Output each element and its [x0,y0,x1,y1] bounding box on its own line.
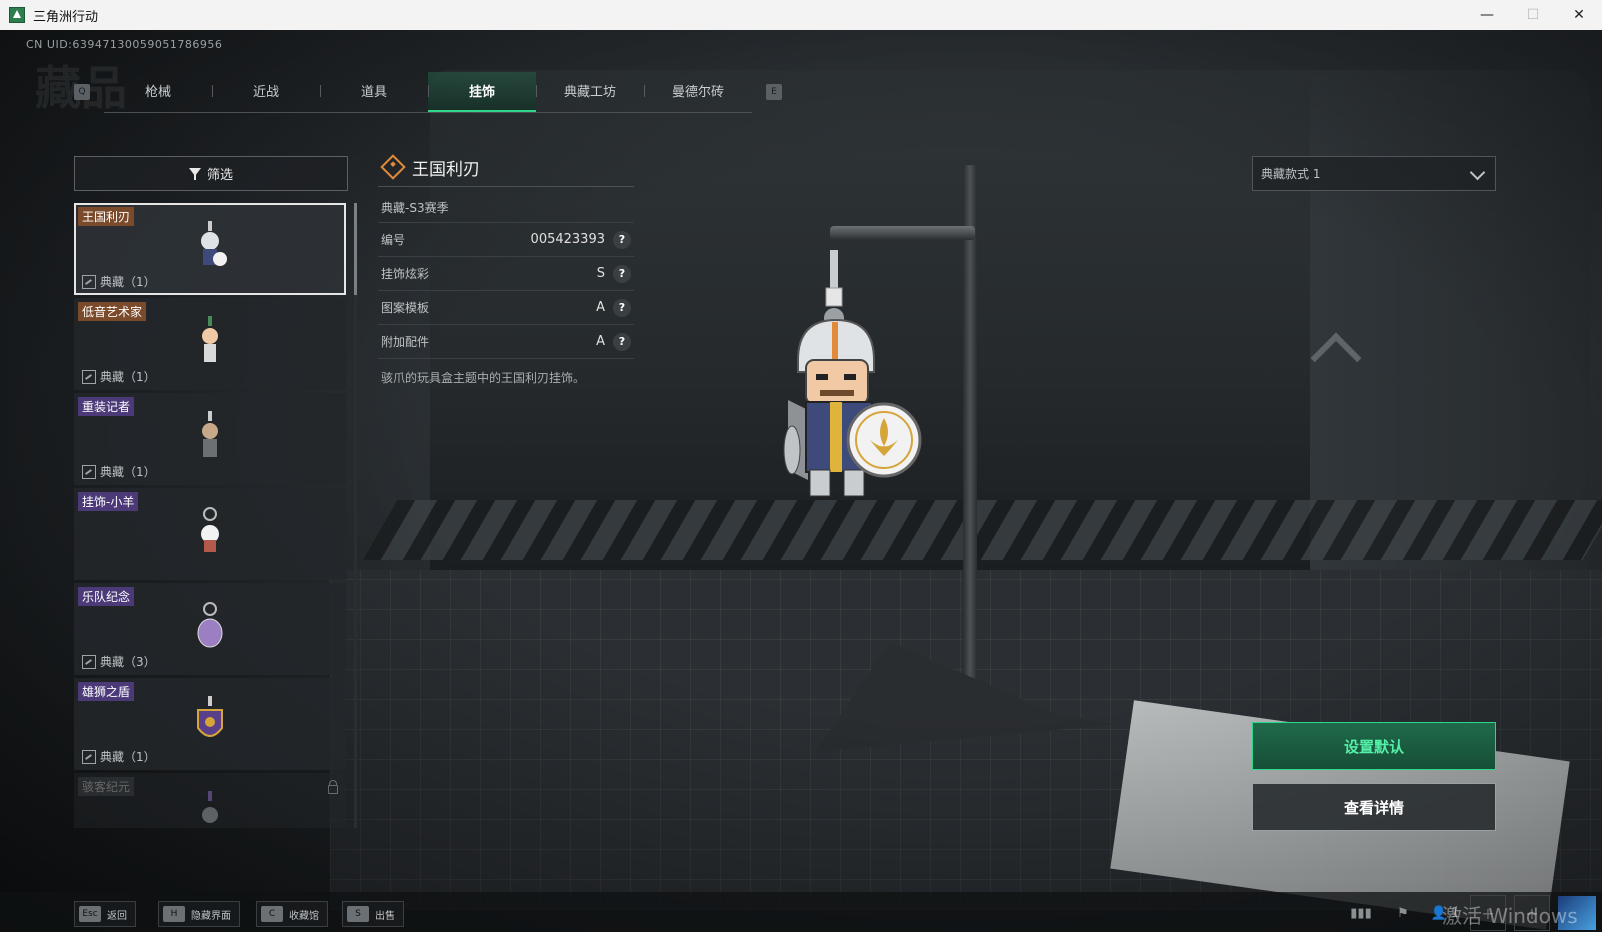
tab-mandel-bricks[interactable]: 曼德尔砖 [644,72,752,110]
help-icon[interactable]: ? [613,298,631,317]
player-uid: CN UID:63947130059051786956 [26,38,223,51]
filter-label: 筛选 [206,168,233,183]
filter-button[interactable]: 筛选 [74,156,348,191]
lock-icon [328,780,338,794]
item-name: 低音艺术家 [78,302,147,321]
lion-shield-charm-thumbnail-icon [197,696,223,737]
style-select-value: 典藏款式 1 [1261,167,1321,181]
stats-icon[interactable]: ▮▮▮ [1344,896,1378,930]
collection-hall-hint[interactable]: C 收藏馆 [256,901,328,927]
item-count: 典藏（1） [100,275,156,289]
hint-key: C [261,906,283,922]
game-stage: CN UID:63947130059051786956 藏品 Q 枪械 近战 道… [0,30,1602,932]
detail-row-attachment: 附加配件 A? [378,325,634,359]
style-variant-select[interactable]: 典藏款式 1 [1252,156,1496,191]
row-value: S [596,266,605,281]
list-item-heavy-reporter[interactable]: 重装记者 典藏（1） [74,393,346,485]
item-name: 骇客纪元 [78,777,135,796]
help-icon[interactable]: ? [613,332,631,351]
tab-guns[interactable]: 枪械 [104,72,212,110]
hint-label: 隐藏界面 [191,910,231,922]
row-label: 编号 [381,233,406,247]
list-scroll-thumb[interactable] [354,203,357,295]
item-count: 典藏（1） [100,750,156,764]
list-item-band-memorial[interactable]: 乐队纪念 典藏（3） [74,583,346,675]
flag-icon[interactable]: ⚑ [1386,896,1420,930]
hide-ui-hint[interactable]: H 隐藏界面 [158,901,240,927]
window-titlebar: 三角洲行动 — ☐ ✕ [0,0,1602,30]
charm-title: 王国利刃 [412,159,480,180]
hint-label: 收藏馆 [289,910,319,922]
row-value: A [596,334,605,349]
list-item-kingdom-blade[interactable]: 王国利刃 典藏（1） [74,203,346,295]
list-item-lion-shield[interactable]: 雄狮之盾 典藏（1） [74,678,346,770]
detail-row-pattern: 图案模板 A? [378,291,634,325]
close-button[interactable]: ✕ [1556,0,1602,30]
hint-key: H [163,906,185,922]
hint-key: Esc [79,906,101,922]
filter-icon [188,167,201,180]
hacker-era-charm-thumbnail-icon [202,791,218,823]
knight-charm-thumbnail-icon [201,221,227,266]
tab-charms[interactable]: 挂饰 [428,71,536,112]
help-icon[interactable]: ? [613,264,631,283]
item-count: 典藏（1） [100,465,156,479]
minimize-button[interactable]: — [1464,0,1510,30]
set-default-button[interactable]: 设置默认 [1252,722,1496,770]
band-memorial-charm-thumbnail-icon [197,602,223,648]
rarity-diamond-icon [380,154,406,180]
charm-list: 王国利刃 典藏（1） 低音艺术家 典藏（1） 重装记者 典藏（1） 挂饰-小羊 … [74,203,346,828]
item-name: 雄狮之盾 [78,682,135,701]
windows-activation-watermark: 激活 Windows [1442,904,1578,928]
row-label: 图案模板 [381,301,430,315]
list-item-bass-artist[interactable]: 低音艺术家 典藏（1） [74,298,346,390]
charm-season: 典藏-S3赛季 [378,187,634,223]
prev-tab-key-hint[interactable]: Q [74,84,90,100]
charm-description: 骇爪的玩具盒主题中的王国利刃挂饰。 [381,371,586,385]
category-tabs: Q 枪械 近战 道具 挂饰 典藏工坊 曼德尔砖 E [74,71,782,113]
next-tab-key-hint[interactable]: E [766,84,782,100]
sell-hint[interactable]: S 出售 [342,901,404,927]
tab-items[interactable]: 道具 [320,72,428,110]
back-hint[interactable]: Esc 返回 [74,901,136,927]
item-name: 乐队纪念 [78,587,135,606]
item-name: 挂饰-小羊 [78,492,139,511]
tab-collection-workshop[interactable]: 典藏工坊 [536,72,644,110]
tab-melee[interactable]: 近战 [212,72,320,110]
list-scrollbar[interactable] [354,203,357,828]
item-name: 王国利刃 [78,207,135,226]
collection-icon [82,654,96,669]
detail-row-color: 挂饰炫彩 S? [378,257,634,291]
bass-artist-charm-thumbnail-icon [202,316,218,362]
collection-icon [82,369,96,384]
item-count: 典藏（3） [100,655,156,669]
collection-icon [82,749,96,764]
detail-row-serial: 编号 005423393? [378,223,634,257]
collection-icon [82,274,96,289]
row-value: A [596,300,605,315]
list-item-little-sheep[interactable]: 挂饰-小羊 [74,488,346,580]
row-label: 附加配件 [381,335,430,349]
row-value: 005423393 [530,232,605,247]
item-name: 重装记者 [78,397,135,416]
charm-detail-panel: 王国利刃 典藏-S3赛季 编号 005423393? 挂饰炫彩 S? 图案模板 … [378,148,634,396]
hint-label: 出售 [375,910,395,922]
heavy-reporter-charm-thumbnail-icon [202,411,218,457]
hint-label: 返回 [107,910,127,922]
maximize-button[interactable]: ☐ [1510,0,1556,30]
list-item-hacker-era[interactable]: 骇客纪元 [74,773,346,828]
app-logo-icon [9,7,25,23]
chevron-down-icon [1469,164,1486,181]
item-count: 典藏（1） [100,370,156,384]
help-icon[interactable]: ? [613,230,631,249]
collection-icon [82,464,96,479]
hint-key: S [347,906,369,922]
sheep-charm-thumbnail-icon [201,507,219,552]
bottom-hint-bar: Esc 返回 H 隐藏界面 C 收藏馆 S 出售 ▮▮▮ ⚑ 👤 1 + + 激活 Wi… [0,892,1602,932]
view-details-button[interactable]: 查看详情 [1252,783,1496,831]
window-title: 三角洲行动 [33,9,99,25]
row-label: 挂饰炫彩 [381,267,430,281]
